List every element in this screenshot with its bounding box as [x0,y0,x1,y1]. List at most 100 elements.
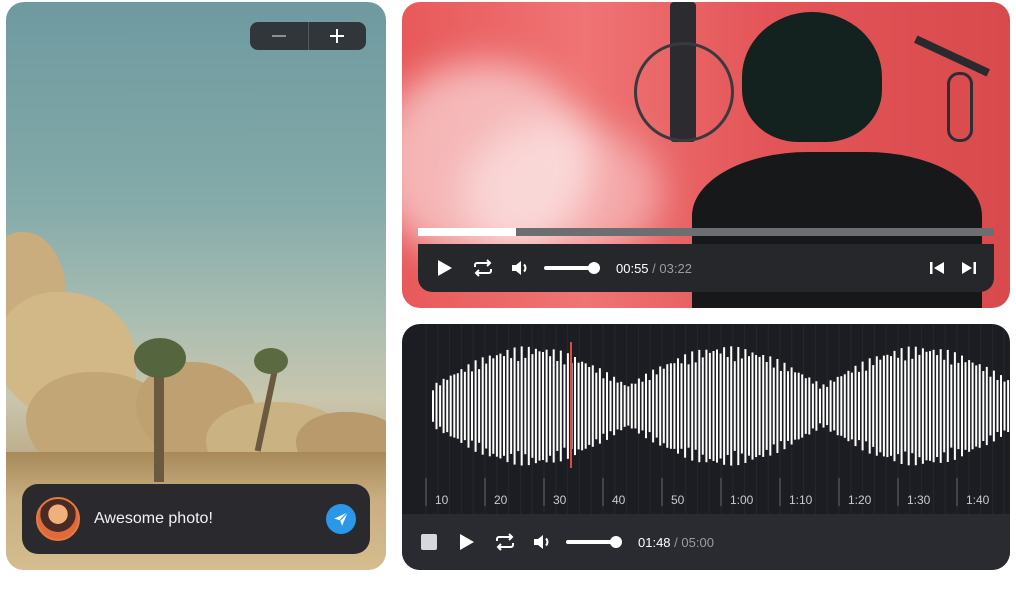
video-progress-bar[interactable] [418,228,994,236]
waveform-bar [808,377,811,435]
audio-play-button[interactable] [456,532,476,552]
waveform-bar [847,370,850,442]
volume-slider-knob[interactable] [588,262,601,274]
waveform-bar [932,349,935,463]
waveform-bar [684,354,687,458]
audio-volume-slider[interactable] [566,536,623,548]
waveform-bar [577,362,580,450]
waveform-bar [641,381,644,431]
waveform-bar [890,356,892,456]
waveform-bar [527,346,530,466]
waveform-bar [748,356,750,456]
waveform-bar [613,376,616,436]
waveform-bar [666,364,669,448]
waveform-bar [588,367,591,445]
send-button[interactable] [326,504,356,534]
volume-button[interactable] [510,258,532,278]
waveform-bar [503,356,505,456]
skip-back-button[interactable] [928,259,946,277]
volume-slider-knob[interactable] [610,536,623,548]
play-button[interactable] [434,258,454,278]
waveform-bar [875,356,878,456]
waveform-bar [595,372,598,440]
waveform-bar [478,369,481,443]
zoom-out-button[interactable] [250,22,308,50]
waveform-bar [904,360,907,452]
stop-button[interactable] [420,533,438,551]
waveform-bar [534,348,537,464]
waveform-bar [524,357,527,455]
waveform-bar [584,363,587,449]
audio-player: 10 20 30 40 50 1:00 1:10 1:20 1:30 1:40 01:48 / 0… [402,324,1010,570]
waveform-bar [840,376,843,436]
waveform-bar [858,371,860,441]
waveform-bar [542,352,544,460]
waveform-bar [726,357,729,455]
waveform-bar [861,361,864,451]
waveform-bar [598,368,601,444]
waveform-bar [620,381,623,431]
comment-text: Awesome photo! [94,510,213,527]
timeline-label: 10 [435,493,449,507]
waveform-bar [708,352,711,459]
waveform-bar [446,379,449,433]
waveform-bar [957,362,960,450]
audio-volume-button[interactable] [532,532,554,552]
audio-duration: 05:00 [681,534,714,550]
waveform-bar [449,375,452,437]
waveform-bar [677,358,679,454]
waveform-bar [790,367,793,445]
waveform-bar [513,347,516,465]
photo-card: Awesome photo! [6,2,386,570]
play-icon [438,260,452,276]
waveform-bar [765,362,768,450]
waveform-bar [989,376,992,436]
waveform-bar [925,351,928,461]
waveform-bar [637,378,640,434]
waveform-bar [488,355,491,457]
waveform-bar [616,382,619,430]
waveform-bar [751,352,754,460]
waveform-bar [705,349,708,463]
waveform-bar [964,362,967,450]
timeline-label: 40 [612,493,626,507]
waveform-bar [936,355,939,457]
waveform-bar [499,353,502,459]
skip-forward-button[interactable] [960,259,978,277]
waveform-bar [1007,380,1010,432]
waveform-bar [946,349,949,462]
waveform-bar [804,378,807,434]
waveform-bar [719,353,722,459]
waveform-bar [549,356,552,456]
waveform-bar [591,365,594,447]
audio-repeat-button[interactable] [494,532,516,552]
repeat-button[interactable] [472,258,494,278]
timeline-label: 1:00 [730,493,754,507]
waveform-bar [609,380,612,432]
video-duration: 03:22 [659,260,692,276]
waveform-bar [520,346,523,466]
waveform-bar [950,364,953,448]
video-volume-slider[interactable] [544,262,601,274]
timeline-label: 20 [494,493,508,507]
paper-plane-icon [334,511,349,526]
comment-bar: Awesome photo! [22,484,370,554]
video-controls: 00:55 / 03:22 [418,244,994,292]
waveform-bar [996,380,999,432]
waveform-bar [769,356,772,456]
waveform-bar [794,372,797,440]
waveform-bar [737,347,740,466]
waveform-bar [868,358,871,454]
waveform-bar [492,358,495,454]
waveform-bar [634,383,637,429]
audio-time-separator: / [670,534,682,550]
waveform-bar [843,374,846,438]
zoom-in-button[interactable] [307,22,367,50]
waveform-bar [662,368,665,444]
waveform-bar [961,355,963,457]
waveform-bar [744,349,747,463]
waveform-bar [1000,375,1002,437]
waveform-bar [694,362,697,450]
waveform-bar [506,349,509,463]
audio-waveform[interactable]: 10 20 30 40 50 1:00 1:10 1:20 1:30 1:40 [402,324,1010,514]
